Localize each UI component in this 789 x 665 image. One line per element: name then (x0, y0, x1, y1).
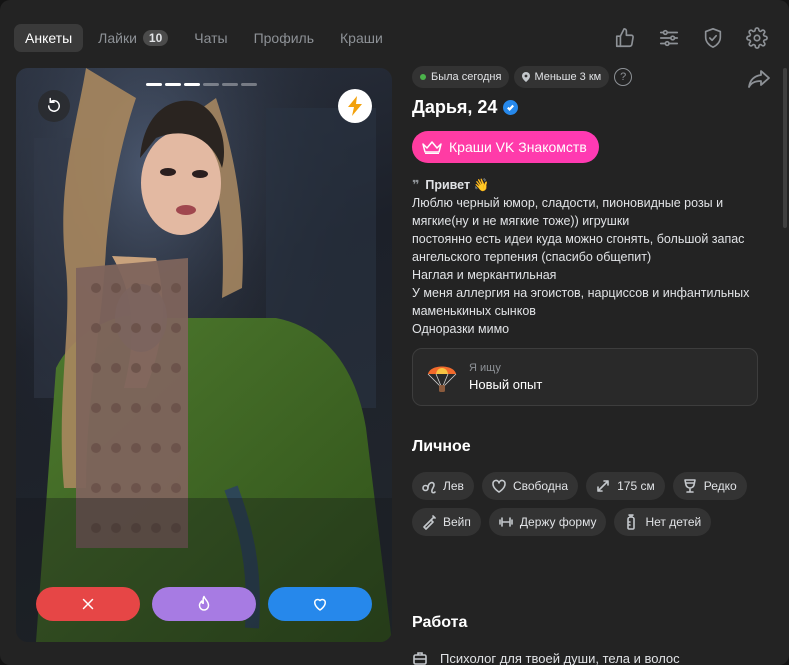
scrollbar[interactable] (783, 68, 787, 228)
photo-pagination (146, 83, 260, 86)
profile-info: Была сегодня Меньше 3 км ? Дарья, 24 Кра… (412, 66, 770, 544)
tag-children: Нет детей (614, 508, 712, 536)
close-icon (82, 598, 94, 610)
filters-icon[interactable] (657, 26, 681, 50)
heart-icon (314, 598, 326, 611)
location-pin-icon (522, 72, 531, 82)
tab-label: Профиль (253, 30, 314, 46)
seeking-value: Новый опыт (469, 377, 543, 392)
dumbbell-icon (499, 517, 513, 527)
verified-badge-icon (503, 99, 519, 115)
online-status-text: Была сегодня (431, 71, 502, 83)
online-dot-icon (420, 74, 426, 80)
photo-dot[interactable] (184, 83, 200, 86)
tag-label: Держу форму (519, 515, 597, 529)
tab-profiles[interactable]: Анкеты (14, 24, 84, 52)
tab-profile[interactable]: Профиль (243, 24, 325, 52)
dislike-button[interactable] (36, 587, 140, 621)
seeking-card: Я ищу Новый опыт (412, 348, 758, 406)
flame-icon (198, 595, 210, 611)
tag-label: 175 см (617, 479, 655, 493)
swipe-actions (36, 587, 372, 621)
height-arrows-icon (597, 480, 609, 492)
thumbs-up-icon[interactable] (613, 26, 637, 50)
bio-line: Наглая и меркантильная (412, 268, 557, 282)
bio-line: Люблю черный юмор, сладости, пионовидные… (412, 196, 724, 228)
bio-text: ❞ Привет 👋 Люблю черный юмор, сладости, п… (412, 176, 762, 338)
tag-label: Вейп (443, 515, 471, 529)
tab-chats[interactable]: Чаты (183, 24, 238, 52)
tag-zodiac: Лев (412, 472, 474, 500)
heart-outline-icon (492, 479, 506, 493)
tag-label: Лев (443, 479, 464, 493)
super-like-button[interactable] (152, 587, 256, 621)
top-toolbar (593, 26, 769, 50)
vape-icon (423, 515, 436, 530)
tag-label: Нет детей (645, 515, 702, 529)
tag-height: 175 см (586, 472, 665, 500)
undo-icon (48, 97, 60, 112)
tag-sport: Держу форму (488, 508, 607, 536)
tag-label: Свободна (512, 479, 569, 493)
tag-relationship: Свободна (481, 472, 579, 500)
leo-zodiac-icon (422, 481, 436, 494)
settings-icon[interactable] (745, 26, 769, 50)
profile-name-age: Дарья, 24 (412, 96, 498, 117)
bio-line: Одноразки мимо (412, 322, 510, 336)
online-status-chip: Была сегодня (412, 66, 510, 88)
app-window: Анкеты Лайки 10 Чаты Профиль Краши Была … (0, 0, 789, 665)
lightning-icon (348, 96, 362, 116)
bio-greeting: Привет 👋 (425, 178, 490, 192)
photo-dot[interactable] (165, 83, 181, 86)
personal-tags: Лев Свободна 175 см Редко Вейп Держу фор… (412, 472, 762, 544)
briefcase-icon (413, 652, 427, 665)
quote-icon: ❞ (412, 178, 420, 192)
work-value: Психолог для твоей души, тела и волос (440, 650, 680, 665)
photo-dot[interactable] (241, 83, 257, 86)
baby-bottle-icon (627, 514, 636, 530)
tab-crushes[interactable]: Краши (329, 24, 394, 52)
personal-section-title: Личное (412, 438, 471, 455)
like-button[interactable] (268, 587, 372, 621)
crush-badge-label: Краши VK Знакомств (449, 139, 587, 155)
photo-dot[interactable] (146, 83, 162, 86)
crush-badge[interactable]: Краши VK Знакомств (412, 131, 599, 163)
tab-label: Чаты (194, 30, 228, 46)
photo-dot[interactable] (203, 83, 219, 86)
tag-alcohol: Редко (672, 472, 747, 500)
tab-likes[interactable]: Лайки 10 (87, 24, 179, 52)
glass-icon (683, 479, 696, 493)
tab-label: Краши (340, 30, 383, 46)
shield-icon[interactable] (701, 26, 725, 50)
status-row: Была сегодня Меньше 3 км ? (412, 66, 770, 88)
boost-button[interactable] (338, 89, 372, 123)
photo-dot[interactable] (222, 83, 238, 86)
distance-chip: Меньше 3 км (514, 66, 610, 88)
parachute-icon (427, 366, 457, 392)
tab-label: Лайки (98, 30, 137, 46)
profile-photo-card[interactable] (16, 68, 392, 642)
undo-button[interactable] (38, 90, 70, 122)
work-section-title: Работа (412, 614, 468, 631)
top-nav: Анкеты Лайки 10 Чаты Профиль Краши (14, 24, 398, 52)
bio-line: постоянно есть идеи куда можно сгонять, … (412, 232, 745, 264)
tag-label: Редко (703, 479, 737, 493)
tab-label: Анкеты (25, 30, 73, 46)
bio-line: У меня аллергия на эгоистов, нарциссов и… (412, 286, 750, 318)
seeking-label: Я ищу (469, 362, 501, 374)
name-row: Дарья, 24 (412, 95, 762, 119)
help-icon[interactable]: ? (614, 68, 633, 86)
tag-smoking: Вейп (412, 508, 481, 536)
crown-icon (422, 141, 442, 154)
distance-text: Меньше 3 км (534, 71, 602, 83)
share-icon[interactable] (748, 70, 770, 88)
likes-count-badge: 10 (142, 30, 169, 46)
work-row: Психолог для твоей души, тела и волос (412, 650, 680, 665)
profile-photo (16, 68, 392, 642)
